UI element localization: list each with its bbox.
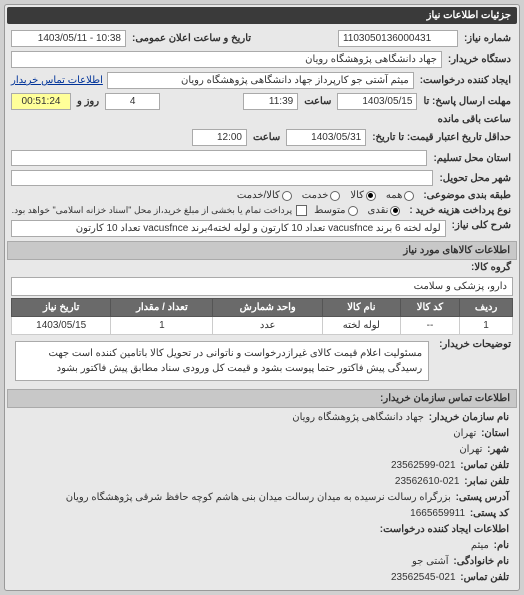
province-label: استان: xyxy=(479,428,511,439)
address-label: آدرس پستی: xyxy=(454,492,511,503)
col-date: تاریخ نیاز xyxy=(12,299,111,317)
remaining-days: 4 xyxy=(105,93,160,110)
col-name: نام کالا xyxy=(322,299,400,317)
buyer-desc-text: مسئولیت اعلام قیمت کالای غیرازدرخواست و … xyxy=(15,341,429,381)
pay-radio-mid[interactable]: متوسط xyxy=(314,205,357,216)
family-value: آشتی جو xyxy=(412,556,449,567)
buyer-contact-link[interactable]: اطلاعات تماس خریدار xyxy=(11,75,103,86)
validity-date: 1403/05/31 xyxy=(286,129,366,146)
group-field: دارو، پزشکی و سلامت xyxy=(11,277,513,296)
province-value: تهران xyxy=(453,428,476,439)
time-label-1: ساعت xyxy=(302,96,333,107)
remaining-time: 00:51:24 xyxy=(11,93,71,110)
person-phone-value: 021-23562545 xyxy=(391,572,456,583)
announce-label: تاریخ و ساعت اعلان عمومی: xyxy=(130,33,253,44)
desc-field: لوله لخته 6 برند vacusfnce تعداد 10 کارت… xyxy=(11,220,446,237)
org-value: جهاد دانشگاهی پژوهشگاه رویان xyxy=(292,412,424,423)
deadline-time: 11:39 xyxy=(243,93,298,110)
col-idx: ردیف xyxy=(460,299,513,317)
cell-code: -- xyxy=(400,317,459,335)
req-no-field: 1103050136000431 xyxy=(338,30,458,47)
cat-label: طبقه بندی موضوعی: xyxy=(421,190,513,201)
city-value: تهران xyxy=(459,444,482,455)
cell-name: لوله لخته xyxy=(322,317,400,335)
buyer-field: جهاد دانشگاهی پژوهشگاه رویان xyxy=(11,51,442,68)
address-value: بزرگراه رسالت نرسیده به میدان رسالت میدا… xyxy=(66,492,451,503)
cat-radio-both[interactable]: کالا/خدمت xyxy=(237,190,292,201)
panel-title: جزئیات اطلاعات نیاز xyxy=(7,7,517,24)
buyer-desc-label: توضیحات خریدار: xyxy=(437,339,513,350)
creator-field: میثم آشتی جو کارپرداز جهاد دانشگاهی پژوه… xyxy=(107,72,414,89)
time-label-2: ساعت xyxy=(251,132,282,143)
creator-label: ایجاد کننده درخواست: xyxy=(418,75,513,86)
goods-section-title: اطلاعات کالاهای مورد نیاز xyxy=(7,241,517,260)
req-no-label: شماره نیاز: xyxy=(462,33,513,44)
contact-section-title: اطلاعات تماس سازمان خریدار: xyxy=(7,389,517,408)
cat-radio-all[interactable]: همه xyxy=(386,190,414,201)
cell-idx: 1 xyxy=(460,317,513,335)
desc-label: شرح کلی نیاز: xyxy=(450,220,513,231)
group-label: گروه کالا: xyxy=(469,262,513,273)
buyer-label: دستگاه خریدار: xyxy=(446,54,513,65)
deadline-date: 1403/05/15 xyxy=(337,93,417,110)
fax-value: 021-23562610 xyxy=(395,476,460,487)
remaining-label: ساعت باقی مانده xyxy=(436,114,513,125)
deadline-label: مهلت ارسال پاسخ: تا xyxy=(421,96,513,107)
person-label: نام: xyxy=(492,540,511,551)
cell-unit: عدد xyxy=(213,317,322,335)
cat-radio-service[interactable]: خدمت xyxy=(302,190,341,201)
col-qty: تعداد / مقدار xyxy=(111,299,213,317)
pay-checkbox[interactable] xyxy=(296,205,307,216)
col-code: کد کالا xyxy=(400,299,459,317)
person-value: میثم xyxy=(471,540,489,551)
day-and-label: روز و xyxy=(75,96,101,107)
cell-date: 1403/05/15 xyxy=(12,317,111,335)
req-creator-label: اطلاعات ایجاد کننده درخواست: xyxy=(378,524,511,535)
postal-value: 1665659911 xyxy=(410,508,465,519)
validity-label: حداقل تاریخ اعتبار قیمت: تا تاریخ: xyxy=(370,132,513,143)
pay-radio-cash[interactable]: نقدی xyxy=(368,205,401,216)
validity-time: 12:00 xyxy=(192,129,247,146)
delivery-loc-label: شهر محل تحویل: xyxy=(437,173,513,184)
pay-note: پرداخت تمام یا بخشی از مبلغ خرید،از محل … xyxy=(12,205,292,216)
col-unit: واحد شمارش xyxy=(213,299,322,317)
phone-value: 021-23562599 xyxy=(391,460,456,471)
cell-qty: 1 xyxy=(111,317,213,335)
org-label: نام سازمان خریدار: xyxy=(427,412,511,423)
goods-table: ردیف کد کالا نام کالا واحد شمارش تعداد /… xyxy=(11,298,513,335)
delivery-loc-field xyxy=(11,170,433,186)
service-loc-label: استان محل تسلیم: xyxy=(431,153,513,164)
cat-radio-goods[interactable]: کالا xyxy=(350,190,376,201)
city-label: شهر: xyxy=(485,444,511,455)
postal-label: کد پستی: xyxy=(468,508,511,519)
announce-value: 10:38 - 1403/05/11 xyxy=(11,30,126,47)
fax-label: تلفن نمابر: xyxy=(462,476,511,487)
table-row[interactable]: 1 -- لوله لخته عدد 1 1403/05/15 xyxy=(12,317,513,335)
person-phone-label: تلفن تماس: xyxy=(458,572,511,583)
pay-label: نوع پرداخت هزینه خرید : xyxy=(407,205,513,216)
phone-label: تلفن تماس: xyxy=(458,460,511,471)
family-label: نام خانوادگی: xyxy=(451,556,511,567)
service-loc-field xyxy=(11,150,427,166)
